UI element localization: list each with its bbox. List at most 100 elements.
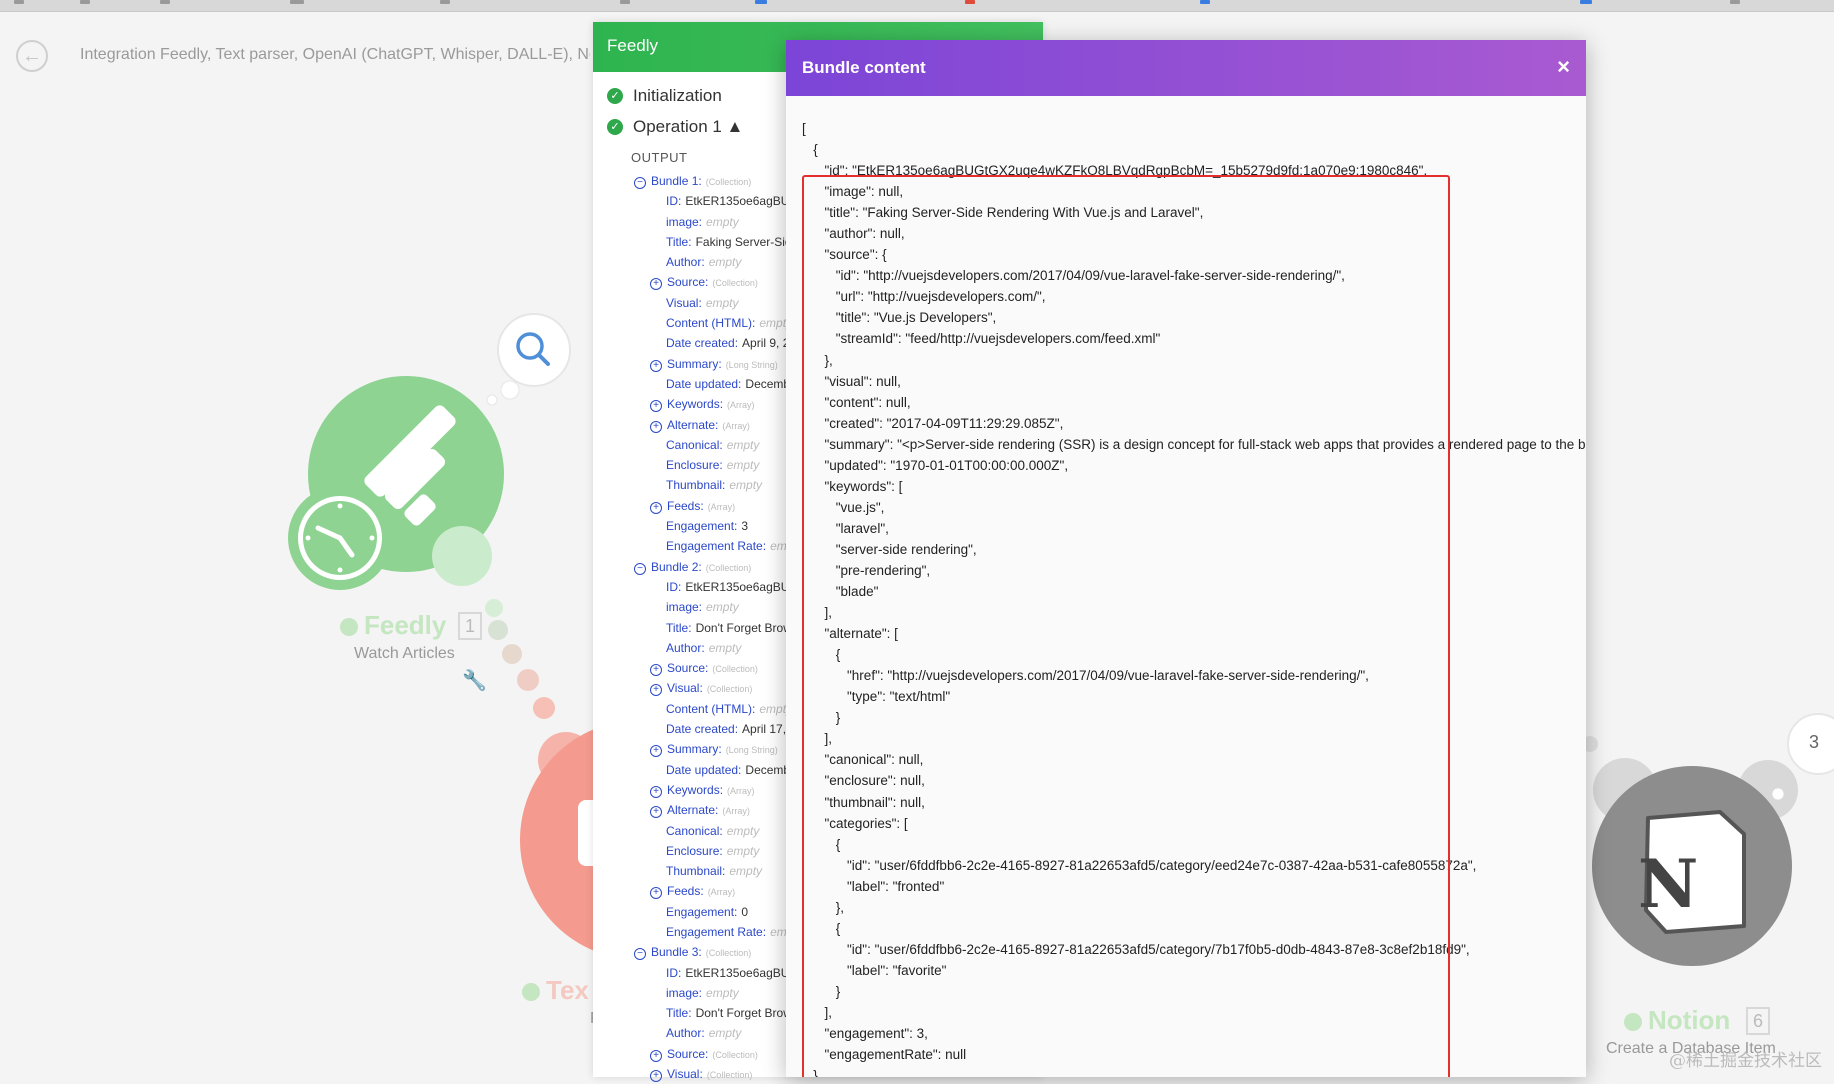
tree-key: Author: xyxy=(666,1026,705,1041)
expand-icon[interactable]: + xyxy=(650,278,662,291)
collapse-icon[interactable]: − xyxy=(634,948,646,961)
expand-icon[interactable]: + xyxy=(650,785,662,798)
tree-key: image: xyxy=(666,985,703,1000)
check-icon: ✓ xyxy=(607,87,623,104)
feedly-node[interactable] xyxy=(288,376,504,590)
tree-key: Summary: xyxy=(667,356,722,371)
tree-empty: empty xyxy=(706,985,739,1000)
expand-icon[interactable]: + xyxy=(650,684,662,697)
expand-icon[interactable]: + xyxy=(650,664,662,677)
tree-key: Canonical: xyxy=(666,823,723,838)
tree-key: Author: xyxy=(666,640,705,655)
tree-key: Bundle 2: xyxy=(651,559,702,574)
json-line: "keywords": [ xyxy=(802,478,903,494)
expand-icon[interactable]: + xyxy=(650,806,662,819)
json-line: "engagementRate": null xyxy=(802,1047,967,1063)
tree-key: Author: xyxy=(666,255,705,270)
tree-key: Source: xyxy=(667,661,709,676)
expand-icon[interactable]: + xyxy=(650,1049,662,1062)
json-line: "updated": "1970-01-01T00:00:00.000Z", xyxy=(802,457,1069,473)
json-line: "engagement": 3, xyxy=(802,1026,928,1042)
tree-key: Engagement: xyxy=(666,904,738,919)
collapse-icon[interactable]: − xyxy=(634,177,646,189)
json-line: "type": "text/html" xyxy=(802,689,951,705)
tree-key: Visual: xyxy=(666,295,702,310)
text-parser-node-label: Tex xyxy=(522,975,589,1006)
json-line: [ xyxy=(802,121,806,136)
expand-icon[interactable]: + xyxy=(650,745,662,758)
json-line: "url": "http://vuejsdevelopers.com/", xyxy=(802,289,1046,305)
expand-icon[interactable]: + xyxy=(650,400,662,413)
tree-key: image: xyxy=(666,214,703,229)
json-line: "categories": [ xyxy=(802,815,908,831)
json-line: "streamId": "feed/http://vuejsdevelopers… xyxy=(802,331,1161,347)
expand-icon[interactable]: + xyxy=(650,501,662,514)
tree-empty: empty xyxy=(729,864,763,879)
json-line: } xyxy=(802,983,841,999)
json-line: "image": null, xyxy=(802,184,904,200)
tree-key: Feeds: xyxy=(667,884,704,899)
tree-empty: empty xyxy=(729,478,763,493)
check-icon xyxy=(1624,1013,1642,1032)
tree-empty: empty xyxy=(726,823,760,838)
tree-key: Title: xyxy=(666,234,692,249)
tree-key: Visual: xyxy=(667,1067,703,1082)
tree-key: Date updated: xyxy=(666,762,742,777)
tree-type: (Long String) xyxy=(725,745,778,756)
expand-icon[interactable]: + xyxy=(650,887,662,900)
json-line: "author": null, xyxy=(802,226,905,242)
json-line: "id": "user/6fddfbb6-2c2e-4165-8927-81a2… xyxy=(802,941,1470,957)
feedly-run-count: 1 xyxy=(458,612,482,640)
expand-icon[interactable]: + xyxy=(650,1070,662,1083)
json-line: "href": "http://vuejsdevelopers.com/2017… xyxy=(802,668,1369,684)
tree-empty: empty xyxy=(726,843,760,858)
wrench-icon[interactable]: 🔧 xyxy=(462,668,487,693)
json-line: "summary": "<p>Server-side rendering (SS… xyxy=(802,436,1587,452)
tree-key: Alternate: xyxy=(667,803,719,818)
tree-val: 0 xyxy=(741,904,749,919)
tree-key: Title: xyxy=(666,620,692,635)
modal-header: Bundle content × xyxy=(786,40,1586,96)
tree-key: Content (HTML): xyxy=(666,316,756,331)
search-bubble[interactable] xyxy=(486,313,571,406)
check-icon xyxy=(340,618,358,637)
tree-key: Feeds: xyxy=(667,498,704,513)
collapse-icon[interactable]: − xyxy=(634,562,646,575)
tree-key: Bundle 1: xyxy=(651,174,702,188)
notion-side-count: 3 xyxy=(1809,732,1820,752)
json-line: "thumbnail": null, xyxy=(802,794,925,810)
tree-type: (Collection) xyxy=(712,1049,758,1060)
json-line: "blade" xyxy=(802,584,879,600)
tree-key: ID: xyxy=(666,965,682,980)
feedly-node-label: Feedly xyxy=(340,610,446,641)
json-line: "id": "EtkER135oe6agBUGtGX2uqe4wKZFkO8LB… xyxy=(802,163,1428,179)
notion-node-label: Notion xyxy=(1624,1005,1730,1036)
tree-key: ID: xyxy=(666,194,682,209)
tree-key: ID: xyxy=(666,579,682,594)
tree-empty: empty xyxy=(708,1026,742,1041)
tree-type: (Array) xyxy=(727,400,755,411)
expand-icon[interactable]: + xyxy=(650,359,662,372)
notion-node[interactable] xyxy=(1582,713,1834,966)
json-line: "source": { xyxy=(802,247,887,263)
tree-key: Enclosure: xyxy=(666,843,723,858)
connector-dots xyxy=(485,599,555,719)
json-line: "alternate": [ xyxy=(802,626,898,642)
json-line: "laravel", xyxy=(802,520,889,536)
tree-key: Source: xyxy=(667,1046,709,1061)
tree-key: Thumbnail: xyxy=(666,864,726,879)
expand-icon[interactable]: + xyxy=(650,420,662,433)
json-line: ], xyxy=(802,1004,833,1020)
tree-key: Visual: xyxy=(667,681,703,696)
tree-key: Engagement Rate: xyxy=(666,539,767,554)
close-icon[interactable]: × xyxy=(1557,54,1570,80)
tree-key: Content (HTML): xyxy=(666,701,756,716)
bundle-json-viewer[interactable]: [ { "id": "EtkER135oe6agBUGtGX2uqe4wKZFk… xyxy=(786,96,1586,1077)
tree-type: (Array) xyxy=(707,501,736,512)
json-line: ], xyxy=(802,731,833,747)
tree-empty: empty xyxy=(726,437,760,452)
tree-key: Engagement Rate: xyxy=(666,924,767,939)
tree-empty: empty xyxy=(705,295,739,310)
notion-run-count: 6 xyxy=(1746,1007,1770,1035)
json-code: [ { "id": "EtkER135oe6agBUGtGX2uqe4wKZFk… xyxy=(802,118,1586,1077)
